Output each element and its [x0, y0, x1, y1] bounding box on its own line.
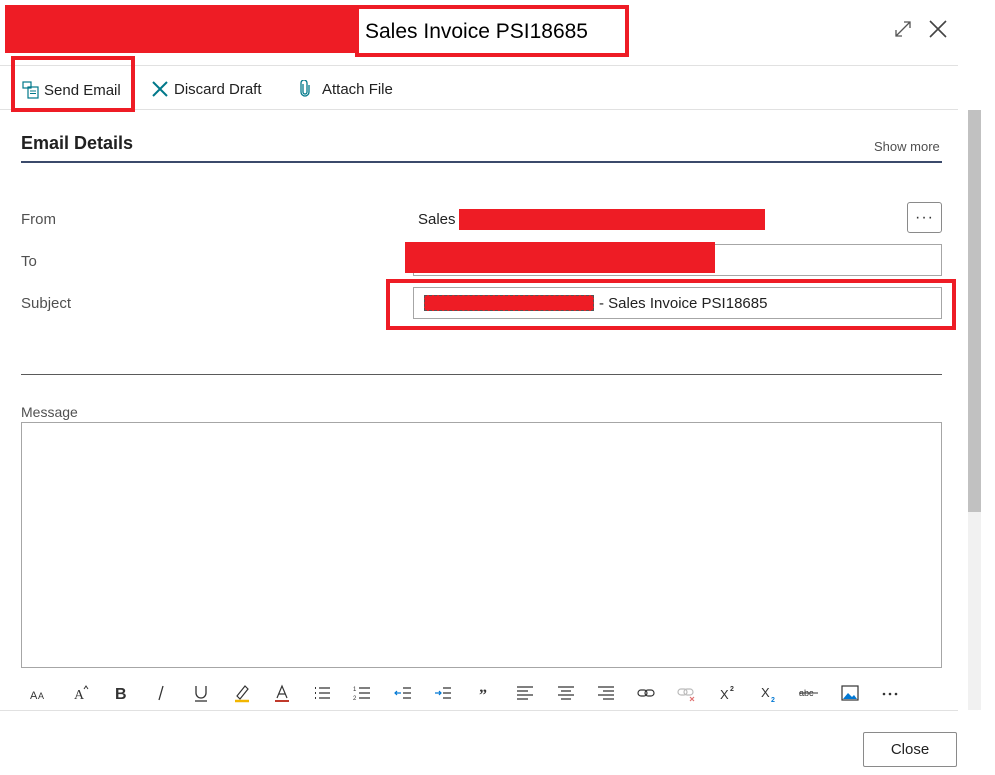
section-underline — [21, 161, 942, 163]
redaction-header — [5, 5, 355, 53]
quote-icon[interactable]: ” — [471, 680, 497, 706]
subscript-icon[interactable]: X2 — [756, 680, 782, 706]
increase-indent-icon[interactable] — [430, 680, 456, 706]
image-icon[interactable] — [837, 680, 863, 706]
subject-highlight — [386, 279, 956, 330]
message-label: Message — [21, 404, 78, 420]
discard-draft-button[interactable]: Discard Draft — [150, 76, 262, 102]
svg-text:A: A — [74, 688, 85, 703]
section-title: Email Details — [21, 133, 134, 153]
svg-text:X: X — [720, 687, 729, 702]
link-icon[interactable] — [633, 680, 659, 706]
subject-label: Subject — [21, 295, 72, 312]
section-divider — [21, 374, 942, 375]
more-options-icon: ··· — [915, 208, 934, 226]
underline-icon[interactable] — [188, 680, 214, 706]
close-icon — [929, 20, 947, 38]
decrease-indent-icon[interactable] — [390, 680, 416, 706]
svg-text:B: B — [115, 686, 127, 703]
svg-text:X: X — [761, 685, 770, 700]
attach-file-button[interactable]: Attach File — [296, 76, 393, 102]
redaction-to — [405, 242, 715, 273]
to-label: To — [21, 253, 37, 270]
bottom-divider — [0, 710, 958, 711]
italic-icon[interactable] — [148, 680, 174, 706]
highlight-icon[interactable] — [229, 680, 255, 706]
redaction-from — [459, 209, 765, 230]
discard-icon — [152, 81, 168, 97]
svg-text:2: 2 — [730, 686, 734, 693]
close-window-button[interactable] — [925, 16, 951, 42]
svg-text:2: 2 — [353, 696, 357, 702]
from-options-button[interactable]: ··· — [907, 202, 942, 233]
paperclip-icon — [300, 80, 310, 97]
message-editor[interactable] — [21, 422, 942, 668]
align-right-icon[interactable] — [593, 680, 619, 706]
svg-text:”: ” — [479, 687, 487, 703]
unlink-icon[interactable] — [673, 680, 699, 706]
svg-text:A: A — [38, 691, 44, 701]
align-left-icon[interactable] — [512, 680, 538, 706]
font-size-icon[interactable]: AA — [26, 680, 52, 706]
align-center-icon[interactable] — [553, 680, 579, 706]
expand-icon — [895, 21, 911, 37]
from-label: From — [21, 211, 56, 228]
font-style-icon[interactable]: A — [68, 680, 94, 706]
formatting-toolbar: AA A B 12 ” X2 X 2 abc — [21, 678, 942, 708]
title-highlight: Sales Invoice PSI18685 — [355, 5, 629, 57]
scrollbar-thumb[interactable] — [968, 110, 981, 512]
superscript-icon[interactable]: X2 — [715, 680, 741, 706]
from-value[interactable]: Sales — [418, 211, 456, 228]
page-title: Sales Invoice PSI18685 — [365, 20, 588, 43]
font-color-icon[interactable] — [269, 680, 295, 706]
close-button[interactable]: Close — [863, 732, 957, 767]
discard-draft-label: Discard Draft — [174, 80, 262, 98]
numbered-list-icon[interactable]: 12 — [349, 680, 375, 706]
bullet-list-icon[interactable] — [309, 680, 335, 706]
strikethrough-icon[interactable]: abc — [796, 680, 822, 706]
send-email-highlight — [11, 56, 135, 112]
attach-file-label: Attach File — [322, 80, 393, 98]
expand-button[interactable] — [890, 16, 916, 42]
bold-icon[interactable]: B — [108, 680, 134, 706]
action-toolbar: Send Email Discard Draft Attach File — [0, 65, 958, 110]
svg-text:2: 2 — [771, 697, 775, 703]
show-more-link[interactable]: Show more — [874, 139, 940, 154]
svg-text:1: 1 — [353, 687, 357, 693]
svg-text:A: A — [30, 690, 38, 702]
more-icon[interactable] — [877, 680, 903, 706]
